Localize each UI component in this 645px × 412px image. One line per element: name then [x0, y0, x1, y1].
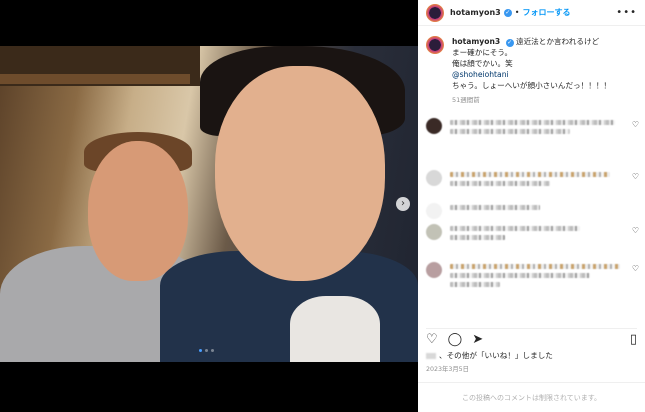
comment-text-blurred — [450, 226, 580, 231]
comment-text-blurred — [450, 120, 615, 125]
verified-badge-icon: ✓ — [505, 39, 514, 47]
comment-text-blurred — [450, 129, 570, 134]
comment-row: ♡ — [418, 262, 645, 291]
avatar[interactable] — [426, 262, 442, 278]
verified-badge-icon: ✓ — [503, 8, 512, 17]
carousel-dot — [211, 349, 214, 352]
post-photo[interactable] — [0, 46, 418, 362]
comment-text-blurred — [450, 282, 500, 287]
liker-name-blurred — [426, 353, 436, 359]
header-separator: • — [514, 8, 520, 17]
photo-person-right-shirt — [290, 296, 380, 362]
bookmark-icon[interactable]: ▯ — [630, 333, 637, 347]
carousel-dot — [205, 349, 208, 352]
avatar[interactable] — [426, 170, 442, 186]
caption-line-2: まー確かにそう。 — [452, 48, 513, 57]
heart-icon[interactable]: ♡ — [632, 172, 639, 181]
share-icon[interactable]: ➤ — [472, 333, 483, 347]
photo-shelf-edge — [0, 74, 190, 84]
avatar[interactable] — [426, 36, 444, 54]
comment-text-blurred — [450, 264, 620, 269]
caption-line-1: 遠近法とか言われるけど — [516, 37, 600, 46]
heart-icon[interactable]: ♡ — [632, 264, 639, 273]
comment-text-blurred — [450, 205, 540, 210]
photo-person-right-face — [215, 66, 385, 281]
post-date[interactable]: 2023年3月5日 — [426, 364, 469, 373]
post-side-panel: hotamyon3 ✓ • フォローする ••• hotamyon3 ✓ 遠近法… — [418, 0, 645, 412]
post-header: hotamyon3 ✓ • フォローする ••• — [418, 0, 645, 26]
heart-icon[interactable]: ♡ — [632, 120, 639, 129]
follow-button[interactable]: フォローする — [522, 7, 570, 18]
comment-text-blurred — [450, 172, 610, 177]
post-media-pane: › — [0, 0, 418, 412]
caption-username[interactable]: hotamyon3 — [452, 37, 500, 46]
caption-mention-link[interactable]: @shoheiohtani — [452, 69, 611, 80]
avatar[interactable] — [426, 3, 444, 22]
likes-summary[interactable]: 、その他が「いいね！」しました — [426, 350, 553, 361]
comment-row: ♡ — [418, 170, 645, 190]
post-caption: hotamyon3 ✓ 遠近法とか言われるけど まー確かにそう。 俺は顔でかい。… — [418, 26, 645, 106]
avatar[interactable] — [426, 118, 442, 134]
caption-line-4: ちゃう。しょーへいが顔小さいんだっ！！！！ — [452, 81, 612, 90]
post-actions-bar: ♡ ◯ ➤ ▯ — [426, 328, 637, 347]
photo-person-left-face — [88, 141, 188, 281]
chevron-right-icon[interactable]: › — [396, 197, 410, 211]
more-options-icon[interactable]: ••• — [616, 7, 637, 18]
comment-row: ♡ — [418, 118, 645, 138]
caption-time[interactable]: 51週間前 — [452, 95, 611, 106]
avatar[interactable] — [426, 203, 442, 219]
caption-line-3: 俺は顔でかい。笑 — [452, 59, 513, 68]
likes-text: 、その他が「いいね！」しました — [439, 351, 553, 360]
carousel-dot-active — [199, 349, 202, 352]
comment-row: ♡ — [418, 224, 645, 244]
header-username[interactable]: hotamyon3 — [450, 8, 501, 17]
avatar[interactable] — [426, 224, 442, 240]
comment-text-blurred — [450, 273, 590, 278]
comment-row — [418, 203, 645, 219]
comment-text-blurred — [450, 181, 550, 186]
comments-limited-notice: この投稿へのコメントは制限されています。 — [418, 382, 645, 403]
comment-icon[interactable]: ◯ — [448, 333, 463, 347]
comment-text-blurred — [450, 235, 505, 240]
heart-icon[interactable]: ♡ — [632, 226, 639, 235]
carousel-dots — [199, 349, 214, 352]
heart-icon[interactable]: ♡ — [426, 333, 438, 347]
